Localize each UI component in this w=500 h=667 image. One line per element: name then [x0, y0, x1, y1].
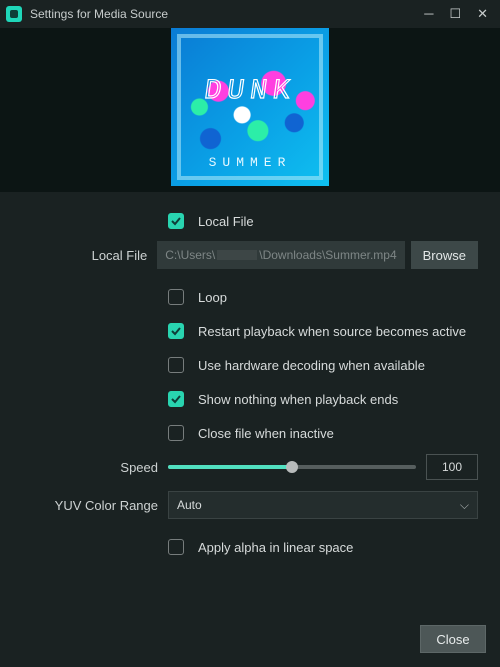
- artwork-text-bottom: SUMMER: [171, 155, 329, 170]
- media-preview: DUNK SUMMER: [171, 28, 329, 186]
- hw-decode-label: Use hardware decoding when available: [198, 358, 425, 373]
- speed-value[interactable]: 100: [426, 454, 478, 480]
- browse-button[interactable]: Browse: [411, 241, 478, 269]
- yuv-label: YUV Color Range: [22, 498, 168, 513]
- window-title: Settings for Media Source: [30, 7, 424, 21]
- preview-area: DUNK SUMMER: [0, 28, 500, 192]
- yuv-select[interactable]: Auto ⌵: [168, 491, 478, 519]
- local-file-path-label: Local File: [22, 248, 157, 263]
- maximize-button[interactable]: ☐: [449, 6, 461, 22]
- hw-decode-checkbox[interactable]: [168, 357, 184, 373]
- local-file-checkbox[interactable]: [168, 213, 184, 229]
- chevron-down-icon: ⌵: [460, 498, 469, 513]
- restart-active-checkbox[interactable]: [168, 323, 184, 339]
- close-window-button[interactable]: ✕: [477, 6, 488, 22]
- apply-alpha-label: Apply alpha in linear space: [198, 540, 353, 555]
- close-button[interactable]: Close: [420, 625, 486, 653]
- speed-slider[interactable]: [168, 457, 416, 477]
- local-file-path-input[interactable]: C:\Users\\Downloads\Summer.mp4: [157, 241, 404, 269]
- apply-alpha-checkbox[interactable]: [168, 539, 184, 555]
- close-inactive-label: Close file when inactive: [198, 426, 334, 441]
- show-nothing-end-checkbox[interactable]: [168, 391, 184, 407]
- loop-checkbox[interactable]: [168, 289, 184, 305]
- titlebar: Settings for Media Source ─ ☐ ✕: [0, 0, 500, 28]
- loop-label: Loop: [198, 290, 227, 305]
- close-inactive-checkbox[interactable]: [168, 425, 184, 441]
- restart-active-label: Restart playback when source becomes act…: [198, 324, 466, 339]
- yuv-select-value: Auto: [177, 498, 202, 512]
- speed-label: Speed: [22, 460, 168, 475]
- artwork-text-top: DUNK: [171, 76, 329, 107]
- minimize-button[interactable]: ─: [424, 6, 433, 22]
- show-nothing-end-label: Show nothing when playback ends: [198, 392, 398, 407]
- local-file-checkbox-label: Local File: [198, 214, 254, 229]
- app-icon: [6, 6, 22, 22]
- redacted-username: [217, 250, 257, 260]
